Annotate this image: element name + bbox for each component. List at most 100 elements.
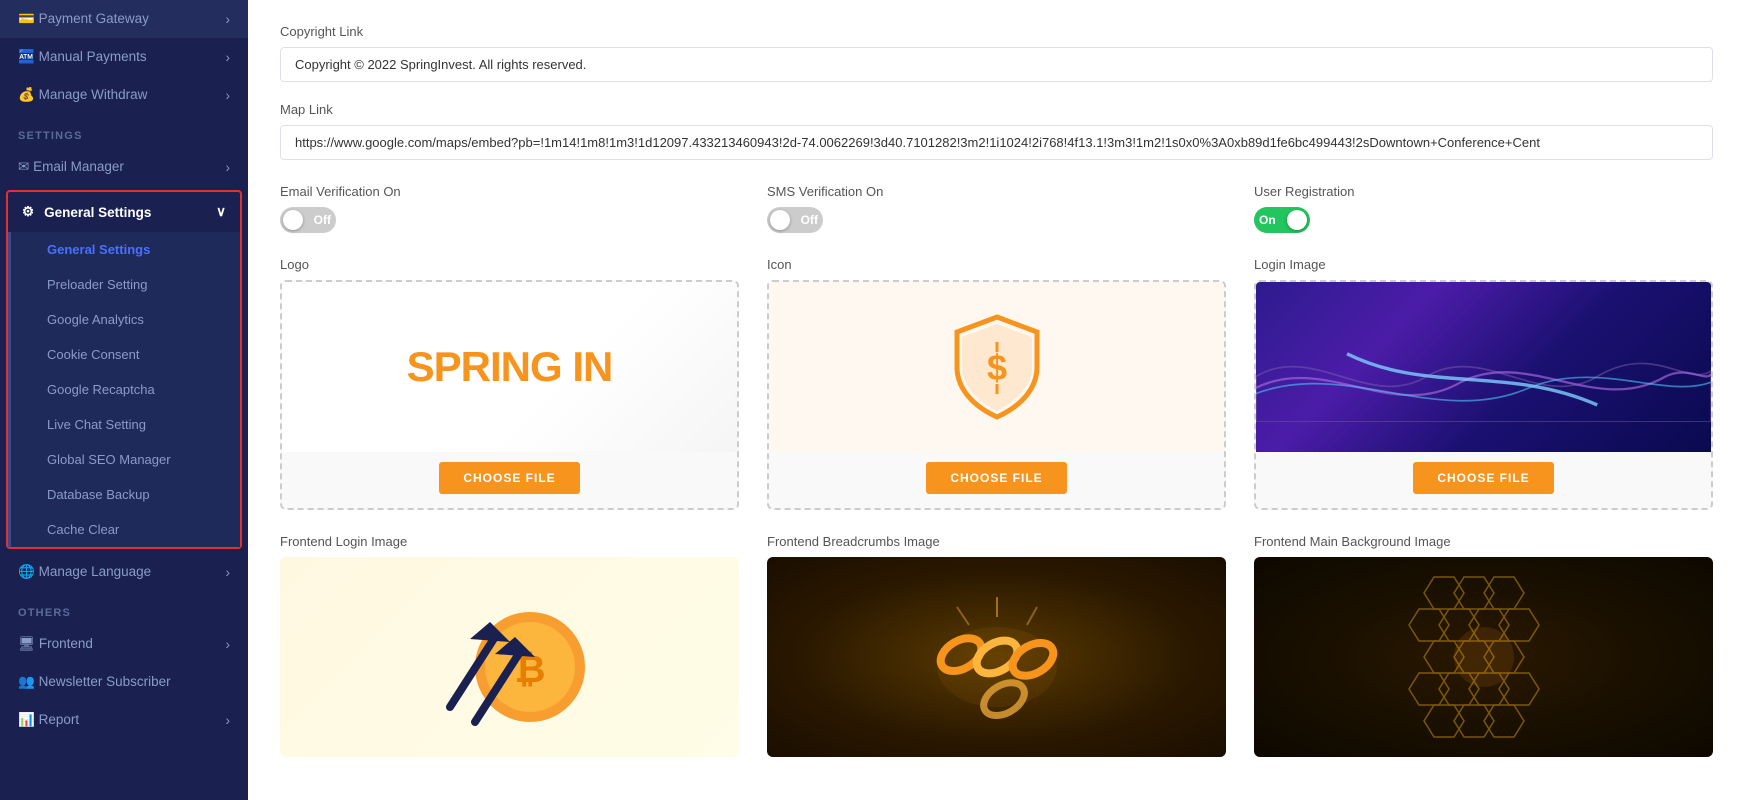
svg-text:$: $ <box>986 347 1006 388</box>
sidebar-item-label: Manage Language <box>39 564 152 579</box>
sidebar-item-general-settings[interactable]: ⚙ General Settings ∨ <box>8 192 240 232</box>
chevron-right-icon: › <box>226 160 231 175</box>
sidebar-item-payment-gateway[interactable]: 💳 Payment Gateway › <box>0 0 248 38</box>
submenu-item-live-chat-setting[interactable]: Live Chat Setting <box>11 407 240 442</box>
logo-upload-box: SPRING IN CHOOSE FILE <box>280 280 739 510</box>
image-upload-row: Logo SPRING IN CHOOSE FILE Icon <box>280 257 1713 510</box>
monitor-icon: 🖥 <box>18 636 35 651</box>
sidebar-item-email-manager[interactable]: ✉ Email Manager › <box>0 148 248 186</box>
chevron-right-icon: › <box>226 565 231 580</box>
submenu-item-google-analytics[interactable]: Google Analytics <box>11 302 240 337</box>
toggle-knob <box>1287 210 1307 230</box>
main-content: Copyright Link Map Link Email Verificati… <box>248 0 1745 800</box>
email-icon: ✉ <box>18 159 29 174</box>
sidebar: 💳 Payment Gateway › 🏧 Manual Payments › … <box>0 0 248 800</box>
logo-preview: SPRING IN <box>282 282 737 452</box>
submenu-label: Live Chat Setting <box>47 417 146 432</box>
frontend-login-label: Frontend Login Image <box>280 534 739 549</box>
credit-card-icon: 💳 <box>18 11 35 26</box>
chart-icon: 📊 <box>18 712 35 727</box>
email-verification-toggle[interactable]: Off <box>280 207 336 233</box>
chevron-right-icon: › <box>226 637 231 652</box>
frontend-main-bg-col: Frontend Main Background Image <box>1254 534 1713 757</box>
sidebar-item-report[interactable]: 📊 Report › <box>0 701 248 739</box>
submenu-label: Google Analytics <box>47 312 144 327</box>
frontend-login-image: ₿ <box>280 557 739 757</box>
sidebar-item-label: Manual Payments <box>39 49 147 64</box>
submenu-label: Cookie Consent <box>47 347 140 362</box>
login-image-label: Login Image <box>1254 257 1713 272</box>
toggle-state-label: Off <box>314 213 331 227</box>
email-verification-label: Email Verification On <box>280 184 739 199</box>
sidebar-item-label: Frontend <box>39 636 93 651</box>
chevron-right-icon: › <box>226 12 231 27</box>
toggle-knob <box>283 210 303 230</box>
sms-verification-col: SMS Verification On Off <box>767 184 1226 233</box>
toggle-state-label: Off <box>801 213 818 227</box>
atm-icon: 🏧 <box>18 49 35 64</box>
wave-svg <box>1256 331 1711 422</box>
copyright-input[interactable] <box>280 47 1713 82</box>
sms-verification-label: SMS Verification On <box>767 184 1226 199</box>
login-image-choose-btn[interactable]: CHOOSE FILE <box>1413 462 1553 494</box>
hexagon-svg <box>1384 557 1584 757</box>
submenu-item-google-recaptcha[interactable]: Google Recaptcha <box>11 372 240 407</box>
sidebar-item-label: Report <box>39 712 80 727</box>
frontend-breadcrumbs-image <box>767 557 1226 757</box>
submenu-label: General Settings <box>47 242 150 257</box>
bottom-images-row: Frontend Login Image ₿ <box>280 534 1713 757</box>
user-registration-col: User Registration On <box>1254 184 1713 233</box>
user-registration-toggle[interactable]: On <box>1254 207 1310 233</box>
map-label: Map Link <box>280 102 1713 117</box>
wallet-icon: 💰 <box>18 87 35 102</box>
icon-col: Icon $ CHOOSE FILE <box>767 257 1226 510</box>
sidebar-item-manage-language[interactable]: 🌐 Manage Language › <box>0 553 248 591</box>
frontend-main-bg-image <box>1254 557 1713 757</box>
shield-svg: $ <box>942 312 1052 422</box>
chevron-right-icon: › <box>226 50 231 65</box>
icon-choose-btn[interactable]: CHOOSE FILE <box>926 462 1066 494</box>
submenu-label: Cache Clear <box>47 522 119 537</box>
bitcoin-svg: ₿ <box>410 557 610 757</box>
email-verification-col: Email Verification On Off <box>280 184 739 233</box>
logo-choose-btn[interactable]: CHOOSE FILE <box>439 462 579 494</box>
sidebar-item-frontend[interactable]: 🖥 Frontend › <box>0 625 248 663</box>
submenu-label: Preloader Setting <box>47 277 147 292</box>
sidebar-item-label: Manage Withdraw <box>39 87 148 102</box>
sidebar-item-label: Payment Gateway <box>39 11 149 26</box>
login-image-preview <box>1256 282 1711 452</box>
sidebar-item-newsletter-subscriber[interactable]: 👥 Newsletter Subscriber <box>0 663 248 701</box>
login-image-upload-box: CHOOSE FILE <box>1254 280 1713 510</box>
users-icon: 👥 <box>18 674 35 689</box>
shield-preview: $ <box>769 282 1224 452</box>
chevron-down-icon: ∨ <box>216 204 226 220</box>
sidebar-item-manage-withdraw[interactable]: 💰 Manage Withdraw › <box>0 76 248 114</box>
chevron-right-icon: › <box>226 713 231 728</box>
frontend-main-bg-label: Frontend Main Background Image <box>1254 534 1713 549</box>
submenu-item-cache-clear[interactable]: Cache Clear <box>11 512 240 547</box>
logo-text: SPRING IN <box>407 343 613 391</box>
map-section: Map Link <box>280 102 1713 160</box>
chevron-right-icon: › <box>226 88 231 103</box>
sidebar-item-manual-payments[interactable]: 🏧 Manual Payments › <box>0 38 248 76</box>
submenu-item-global-seo-manager[interactable]: Global SEO Manager <box>11 442 240 477</box>
logo-label: Logo <box>280 257 739 272</box>
toggle-state-label: On <box>1259 213 1276 227</box>
map-input[interactable] <box>280 125 1713 160</box>
submenu-item-database-backup[interactable]: Database Backup <box>11 477 240 512</box>
frontend-breadcrumbs-label: Frontend Breadcrumbs Image <box>767 534 1226 549</box>
gear-icon: ⚙ <box>22 204 34 220</box>
submenu-item-general-settings[interactable]: General Settings <box>11 232 240 267</box>
sidebar-item-general-settings-parent: ⚙ General Settings ∨ General Settings Pr… <box>6 190 242 549</box>
logo-col: Logo SPRING IN CHOOSE FILE <box>280 257 739 510</box>
submenu-label: Database Backup <box>47 487 150 502</box>
submenu-item-preloader-setting[interactable]: Preloader Setting <box>11 267 240 302</box>
chain-svg <box>897 557 1097 757</box>
submenu-item-cookie-consent[interactable]: Cookie Consent <box>11 337 240 372</box>
sms-verification-toggle[interactable]: Off <box>767 207 823 233</box>
submenu-label: Global SEO Manager <box>47 452 171 467</box>
general-settings-submenu: General Settings Preloader Setting Googl… <box>8 232 240 547</box>
sidebar-item-label: Newsletter Subscriber <box>39 674 171 689</box>
sidebar-item-label: Email Manager <box>33 159 124 174</box>
copyright-section: Copyright Link <box>280 24 1713 82</box>
